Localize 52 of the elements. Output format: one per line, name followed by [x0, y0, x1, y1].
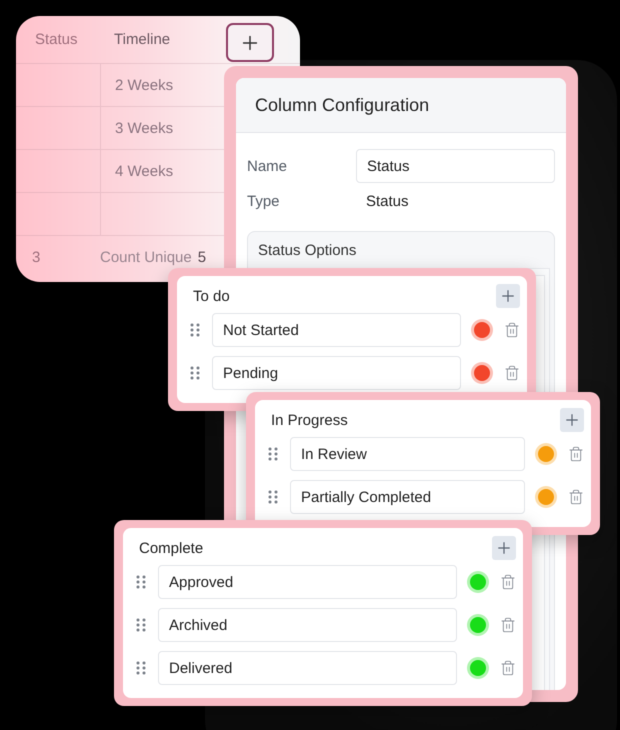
table-cell: 4 Weeks: [115, 162, 174, 180]
option-name-field[interactable]: In Review: [290, 437, 525, 471]
drag-handle-icon[interactable]: [135, 618, 147, 632]
color-dot[interactable]: [538, 489, 554, 505]
group-title: To do: [192, 288, 230, 304]
table-cell: 2 Weeks: [115, 76, 174, 94]
table-cell: 3 Weeks: [115, 120, 174, 136]
trash-icon[interactable]: [504, 321, 520, 339]
summary-label: Count Unique: [100, 248, 192, 266]
option-name-field[interactable]: Pending: [212, 356, 461, 390]
group-title: In Progress: [270, 412, 348, 428]
color-dot[interactable]: [470, 574, 486, 590]
field-label: Type: [247, 192, 281, 210]
color-dot[interactable]: [474, 322, 490, 338]
add-option-button[interactable]: [496, 284, 520, 308]
trash-icon[interactable]: [500, 573, 516, 591]
add-option-button[interactable]: [492, 536, 516, 560]
trash-icon[interactable]: [500, 616, 516, 634]
drag-handle-icon[interactable]: [189, 323, 201, 337]
option-name-field[interactable]: Delivered: [158, 651, 457, 685]
summary-value: 5: [198, 248, 206, 266]
option-name-field[interactable]: Partially Completed: [290, 480, 525, 514]
option-name-field[interactable]: Not Started: [212, 313, 461, 347]
color-dot[interactable]: [470, 617, 486, 633]
trash-icon[interactable]: [504, 364, 520, 382]
color-dot[interactable]: [474, 365, 490, 381]
plus-icon: [563, 411, 581, 429]
drag-handle-icon[interactable]: [189, 366, 201, 380]
trash-icon[interactable]: [568, 445, 584, 463]
field-value: Status: [365, 192, 410, 210]
add-column-button[interactable]: [226, 23, 274, 62]
name-field[interactable]: Status: [356, 149, 555, 183]
table-cell: 3: [32, 248, 40, 266]
group-title: Complete: [138, 540, 204, 556]
drag-handle-icon[interactable]: [267, 490, 279, 504]
option-name-field[interactable]: Archived: [158, 608, 457, 642]
plus-icon: [499, 287, 517, 305]
drag-handle-icon[interactable]: [135, 575, 147, 589]
drag-handle-icon[interactable]: [267, 447, 279, 461]
field-label: Name: [247, 158, 288, 174]
color-dot[interactable]: [538, 446, 554, 462]
plus-icon: [495, 539, 513, 557]
color-dot[interactable]: [470, 660, 486, 676]
drag-handle-icon[interactable]: [135, 661, 147, 675]
add-option-button[interactable]: [560, 408, 584, 432]
section-title: Status Options: [257, 240, 358, 260]
column-header: Timeline: [114, 31, 170, 48]
option-name-field[interactable]: Approved: [158, 565, 457, 599]
trash-icon[interactable]: [500, 659, 516, 677]
panel-title: Column Configuration: [236, 78, 566, 133]
trash-icon[interactable]: [568, 488, 584, 506]
column-header: Status: [35, 31, 78, 48]
